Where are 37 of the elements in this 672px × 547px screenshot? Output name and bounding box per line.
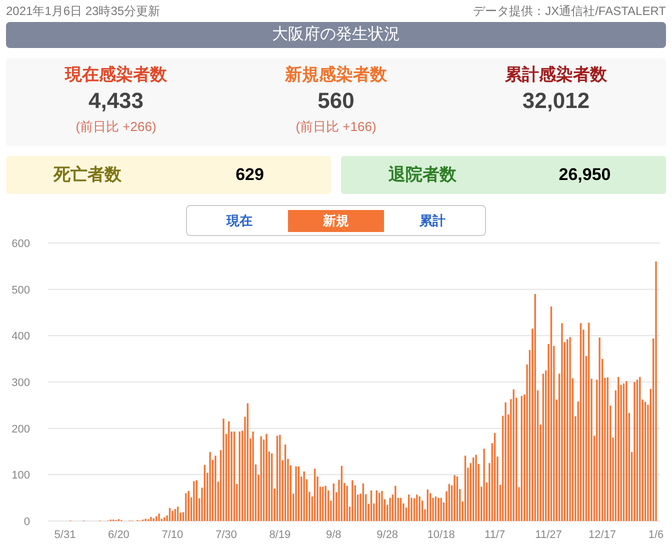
x-axis-label: 9/8 bbox=[326, 529, 342, 541]
x-axis-label: 1/6 bbox=[648, 529, 664, 541]
y-axis-label: 300 bbox=[12, 377, 30, 389]
stat-value: 32,012 bbox=[522, 87, 590, 115]
stat-value: 4,433 bbox=[88, 87, 144, 115]
x-axis-label: 9/28 bbox=[376, 529, 398, 541]
x-axis-label: 7/10 bbox=[162, 529, 184, 541]
stat-label: 現在感染者数 bbox=[65, 64, 167, 86]
data-source: データ提供：JX通信社/FASTALERT bbox=[473, 3, 666, 20]
x-axis-label: 8/19 bbox=[269, 529, 291, 541]
x-axis-label: 12/17 bbox=[588, 529, 616, 541]
y-axis-label: 500 bbox=[12, 284, 30, 296]
stat-label: 累計感染者数 bbox=[505, 64, 607, 86]
chart-tab[interactable]: 現在 bbox=[191, 210, 288, 232]
y-axis-label: 0 bbox=[24, 516, 30, 528]
title-bar: 大阪府の発生状況 bbox=[6, 22, 666, 48]
x-axis-label: 11/27 bbox=[535, 529, 562, 541]
stat-change: (前日比 +166) bbox=[296, 118, 376, 136]
total-label: 死亡者数 bbox=[53, 164, 122, 186]
y-axis-label: 100 bbox=[12, 470, 30, 482]
total-value: 26,950 bbox=[558, 164, 611, 186]
stat-change: (前日比 +266) bbox=[76, 118, 156, 136]
x-axis-label: 5/31 bbox=[54, 529, 76, 541]
chart-tab[interactable]: 累計 bbox=[384, 210, 481, 232]
chart-tab[interactable]: 新規 bbox=[288, 210, 384, 232]
y-axis-label: 600 bbox=[12, 238, 30, 250]
x-axis-label: 6/20 bbox=[108, 529, 130, 541]
total-value: 629 bbox=[236, 164, 264, 186]
update-time: 2021年1月6日 23時35分更新 bbox=[6, 3, 160, 20]
y-axis-label: 400 bbox=[12, 330, 30, 343]
y-axis-label: 200 bbox=[12, 423, 30, 436]
x-axis-label: 10/18 bbox=[427, 529, 455, 541]
x-axis-label: 11/7 bbox=[484, 529, 506, 541]
stat-label: 新規感染者数 bbox=[285, 64, 387, 86]
stat-value: 560 bbox=[318, 87, 354, 115]
x-axis-label: 7/30 bbox=[215, 529, 237, 541]
total-label: 退院者数 bbox=[388, 164, 456, 186]
